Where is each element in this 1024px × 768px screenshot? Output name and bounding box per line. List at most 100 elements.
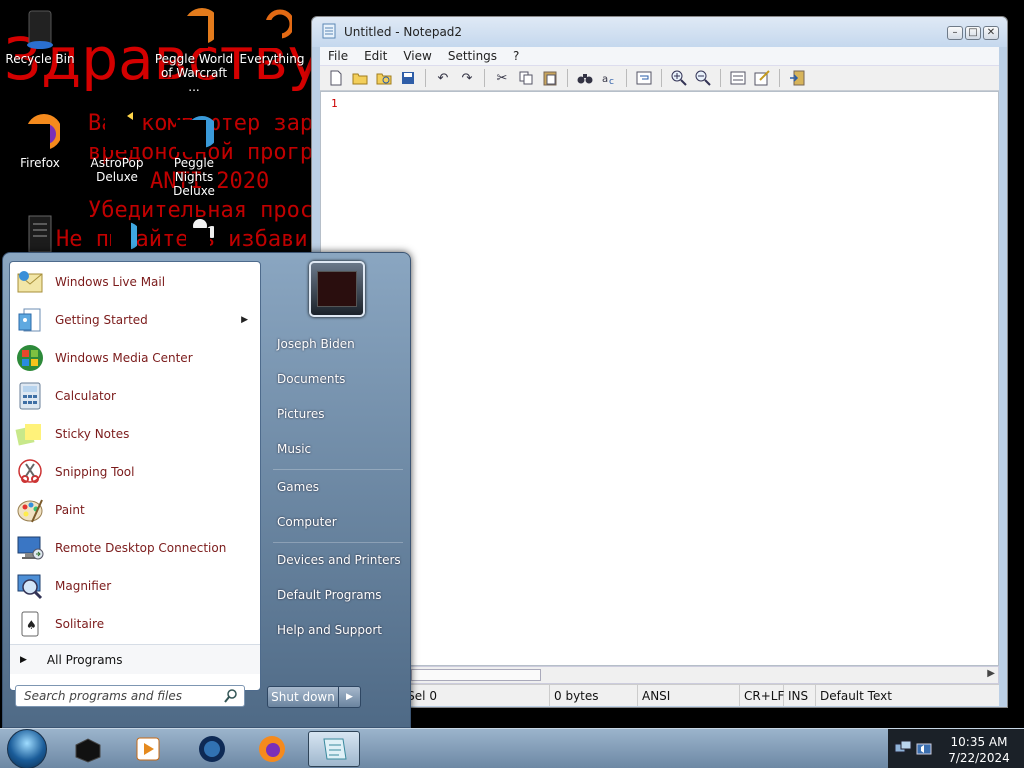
start-search-box[interactable]	[15, 685, 245, 707]
status-encoding[interactable]: ANSI	[638, 685, 740, 706]
server-icon	[75, 738, 101, 763]
new-file-icon[interactable]	[326, 68, 346, 88]
close-button[interactable]: ✕	[983, 26, 999, 40]
find-icon[interactable]	[575, 68, 595, 88]
start-button[interactable]	[2, 729, 52, 768]
desktop-icon-peggle-nights[interactable]: Peggle Nights Deluxe	[154, 112, 234, 198]
word-wrap-icon[interactable]	[634, 68, 654, 88]
user-avatar[interactable]	[309, 261, 365, 317]
desktop-icon-recycle-bin[interactable]: Recycle Bin	[0, 8, 80, 66]
zoom-in-icon[interactable]	[669, 68, 689, 88]
horizontal-scrollbar[interactable]: ▶	[320, 666, 999, 684]
start-item-sticky-notes[interactable]: Sticky Notes	[10, 415, 260, 453]
start-menu-places-pane: Joseph Biden Documents Pictures Music Ga…	[265, 253, 410, 729]
desktop-icon-label: Peggle Nights	[173, 156, 215, 184]
start-menu: Windows Live Mail Getting Started ▶ Wind…	[2, 252, 411, 728]
start-item-getting-started[interactable]: Getting Started ▶	[10, 301, 260, 339]
firefox-icon	[259, 736, 285, 762]
search-input[interactable]	[24, 689, 214, 703]
all-programs-button[interactable]: ▶ All Programs	[10, 644, 260, 674]
copy-icon[interactable]	[516, 68, 536, 88]
media-center-icon	[14, 342, 46, 374]
search-icon[interactable]	[224, 689, 238, 706]
computer-link[interactable]: Computer	[277, 515, 337, 529]
svg-text:♠: ♠	[26, 618, 37, 632]
scroll-right-arrow-icon[interactable]: ▶	[987, 668, 995, 679]
maximize-button[interactable]: □	[965, 26, 981, 40]
network-icon[interactable]	[894, 739, 912, 757]
taskbar-app-media-player[interactable]	[122, 731, 174, 767]
desktop-icon-label: Recycle Bin	[5, 52, 75, 66]
shutdown-button[interactable]: Shut down	[267, 686, 339, 708]
title-bar[interactable]: Untitled - Notepad2 – □ ✕	[312, 17, 1007, 47]
peggle-icon	[174, 8, 214, 48]
menu-file[interactable]: File	[320, 49, 356, 63]
zoom-out-icon[interactable]	[693, 68, 713, 88]
magnifier-icon	[14, 570, 46, 602]
desktop-icon-astropop[interactable]: AstroPop Deluxe	[77, 112, 157, 184]
text-editor-area[interactable]: 1	[320, 91, 999, 666]
menu-edit[interactable]: Edit	[356, 49, 395, 63]
start-item-magnifier[interactable]: Magnifier	[10, 567, 260, 605]
start-item-paint[interactable]: Paint	[10, 491, 260, 529]
open-folder-icon[interactable]	[350, 68, 370, 88]
taskbar-app-server[interactable]	[62, 731, 114, 767]
taskbar-app-firefox[interactable]	[246, 731, 298, 767]
menu-view[interactable]: View	[395, 49, 439, 63]
scrollbar-thumb[interactable]	[411, 669, 541, 681]
menu-bar: File Edit View Settings ?	[320, 47, 999, 65]
start-item-snipping-tool[interactable]: Snipping Tool	[10, 453, 260, 491]
desktop-icon-label: Deluxe	[96, 170, 138, 184]
start-item-solitaire[interactable]: ♠ Solitaire	[10, 605, 260, 643]
sticky-notes-icon	[14, 418, 46, 450]
save-icon[interactable]	[398, 68, 418, 88]
remote-desktop-icon	[14, 532, 46, 564]
playing-card-icon: ♠	[14, 608, 46, 640]
minimize-button[interactable]: –	[947, 26, 963, 40]
paste-icon[interactable]	[540, 68, 560, 88]
customize-schemes-icon[interactable]	[752, 68, 772, 88]
exit-icon[interactable]	[787, 68, 807, 88]
menu-settings[interactable]: Settings	[440, 49, 505, 63]
start-item-remote-desktop[interactable]: Remote Desktop Connection	[10, 529, 260, 567]
windows-orb-icon	[7, 729, 47, 768]
help-support-link[interactable]: Help and Support	[277, 623, 382, 637]
start-item-calculator[interactable]: Calculator	[10, 377, 260, 415]
desktop-icon-firefox[interactable]: Firefox	[0, 112, 80, 170]
browse-icon[interactable]	[374, 68, 394, 88]
redo-icon[interactable]: ↷	[457, 68, 477, 88]
expand-arrow-icon: ▶	[20, 654, 27, 665]
status-scheme[interactable]: Default Text	[816, 685, 936, 706]
default-programs-link[interactable]: Default Programs	[277, 588, 382, 602]
start-item-windows-media-center[interactable]: Windows Media Center	[10, 339, 260, 377]
devices-printers-link[interactable]: Devices and Printers	[277, 553, 401, 567]
start-item-windows-live-mail[interactable]: Windows Live Mail	[10, 263, 260, 301]
status-bar: Ln 1 : 1 Col 1 Sel 0 0 bytes ANSI CR+LF …	[320, 684, 999, 706]
undo-icon[interactable]: ↶	[433, 68, 453, 88]
shutdown-options-arrow-icon[interactable]: ▶	[339, 686, 361, 708]
user-name-link[interactable]: Joseph Biden	[277, 337, 355, 351]
desktop-icon-label: Peggle World	[154, 52, 234, 66]
toolbar: ↶ ↷ ✂ ac	[320, 65, 999, 91]
status-line-ending[interactable]: CR+LF	[740, 685, 784, 706]
astropop-icon	[97, 112, 137, 152]
desktop-icon-everything[interactable]: Everything	[232, 8, 312, 66]
music-link[interactable]: Music	[277, 442, 311, 456]
svg-text:c: c	[609, 77, 614, 85]
cut-icon[interactable]: ✂	[492, 68, 512, 88]
desktop-icon-peggle-world[interactable]: Peggle World of Warcraft ...	[154, 8, 234, 94]
taskbar-app-notepad2[interactable]	[308, 731, 360, 767]
replace-icon[interactable]: ac	[599, 68, 619, 88]
menu-help[interactable]: ?	[505, 49, 527, 63]
calculator-icon	[14, 380, 46, 412]
taskbar-clock[interactable]: 10:35 AM 7/22/2024	[944, 734, 1014, 766]
pictures-link[interactable]: Pictures	[277, 407, 325, 421]
scheme-icon[interactable]	[728, 68, 748, 88]
taskbar-app-globe[interactable]	[186, 731, 238, 767]
globe-icon	[97, 214, 137, 254]
games-link[interactable]: Games	[277, 480, 319, 494]
documents-link[interactable]: Documents	[277, 372, 345, 386]
clock-date: 7/22/2024	[948, 751, 1010, 765]
peggle-nights-icon	[174, 112, 214, 152]
volume-icon[interactable]	[916, 739, 934, 757]
